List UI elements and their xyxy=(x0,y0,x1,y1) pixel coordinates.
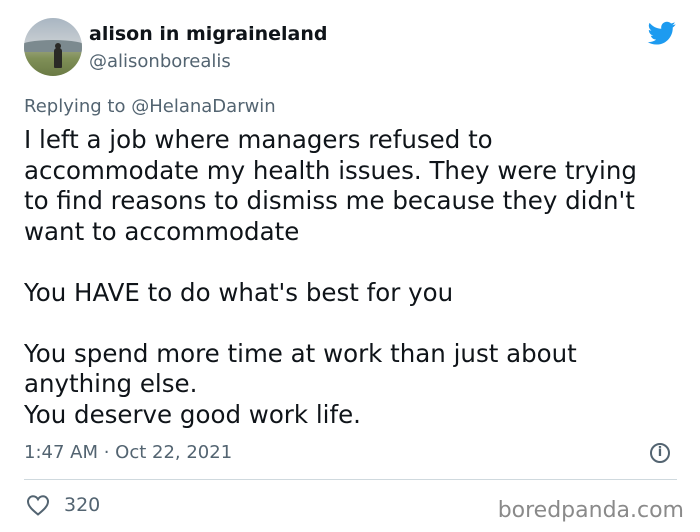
avatar-hill xyxy=(24,40,82,52)
tweet-line: You spend more time at work than just ab… xyxy=(24,338,577,368)
like-count[interactable]: 320 xyxy=(64,494,100,516)
tweet-line: anything else. xyxy=(24,369,198,398)
divider xyxy=(24,479,677,480)
heart-icon[interactable] xyxy=(26,494,50,516)
twitter-bird-icon[interactable] xyxy=(646,19,678,47)
tweet-line: You deserve good work life. xyxy=(24,399,361,429)
reply-mention-link[interactable]: @HelanaDarwin xyxy=(131,96,276,117)
reply-prefix: Replying to xyxy=(24,96,126,117)
reply-context: Replying to @HelanaDarwin xyxy=(24,96,276,117)
tweet-timestamp[interactable]: 1:47 AM · Oct 22, 2021 xyxy=(24,442,232,463)
avatar[interactable] xyxy=(24,18,82,76)
tweet-line: want to accommodate xyxy=(24,216,300,246)
tweet-line: I left a job where managers refused to xyxy=(24,125,493,154)
avatar-person xyxy=(54,48,62,68)
tweet-body: I left a job where managers refused to a… xyxy=(24,125,684,430)
user-handle[interactable]: @alisonborealis xyxy=(89,51,231,72)
tweet-line: accommodate my health issues. They were … xyxy=(24,155,637,185)
info-icon[interactable]: i xyxy=(650,443,670,463)
tweet-line: to find reasons to dismiss me because th… xyxy=(24,186,635,215)
watermark: boredpanda.com xyxy=(497,498,684,523)
display-name[interactable]: alison in migraineland xyxy=(89,23,328,45)
tweet-line: You HAVE to do what's best for you xyxy=(24,277,454,307)
